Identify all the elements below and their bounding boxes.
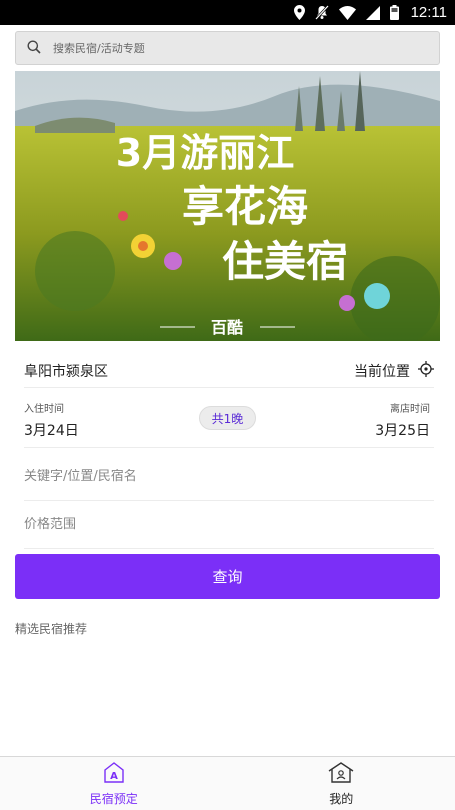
keyword-input[interactable]	[24, 469, 434, 484]
svg-text:A: A	[110, 771, 118, 782]
battery-icon	[389, 5, 399, 21]
banner-line2: 享花海	[182, 182, 308, 231]
current-location-button[interactable]: 当前位置	[354, 360, 434, 381]
promo-banner[interactable]: 3月游丽江 享花海 住美宿 百酷	[15, 71, 440, 341]
location-icon	[293, 5, 305, 21]
location-row[interactable]: 阜阳市颍泉区 当前位置	[24, 354, 434, 388]
checkout-label: 离店时间	[390, 404, 430, 415]
banner-line1: 3月游丽江	[116, 131, 294, 175]
status-time: 12:11	[410, 4, 447, 21]
wifi-icon	[338, 5, 356, 21]
mute-icon	[314, 5, 329, 21]
current-location-label: 当前位置	[354, 363, 410, 380]
featured-section-title: 精选民宿推荐	[15, 622, 88, 636]
query-button[interactable]: 查询	[15, 554, 440, 599]
checkout-date[interactable]: 3月25日	[375, 420, 430, 440]
banner-logo: 百酷	[211, 318, 243, 337]
city-label[interactable]: 阜阳市颍泉区	[24, 361, 108, 381]
bottom-tab-bar: A 民宿预定 我的	[0, 756, 455, 810]
locate-icon	[418, 360, 434, 381]
price-input[interactable]	[24, 517, 434, 532]
my-home-icon	[328, 761, 354, 787]
homestay-icon: A	[102, 761, 126, 787]
tab-homestay-booking[interactable]: A 民宿预定	[0, 757, 228, 810]
nights-badge: 共1晚	[199, 406, 256, 430]
checkin-label: 入住时间	[24, 404, 64, 415]
tab-label: 我的	[329, 791, 354, 806]
status-bar: 12:11	[0, 0, 455, 25]
signal-icon	[365, 5, 380, 21]
search-icon	[27, 39, 41, 58]
tab-label: 民宿预定	[89, 791, 138, 806]
price-field	[24, 501, 434, 549]
banner-line3: 住美宿	[222, 237, 348, 286]
checkin-date[interactable]: 3月24日	[24, 420, 79, 440]
date-row: 入住时间 3月24日 共1晚 离店时间 3月25日	[24, 390, 434, 448]
tab-my[interactable]: 我的	[228, 757, 455, 810]
search-bar[interactable]: 搜索民宿/活动专题	[15, 31, 440, 65]
search-placeholder: 搜索民宿/活动专题	[53, 42, 145, 55]
keyword-field	[24, 453, 434, 501]
